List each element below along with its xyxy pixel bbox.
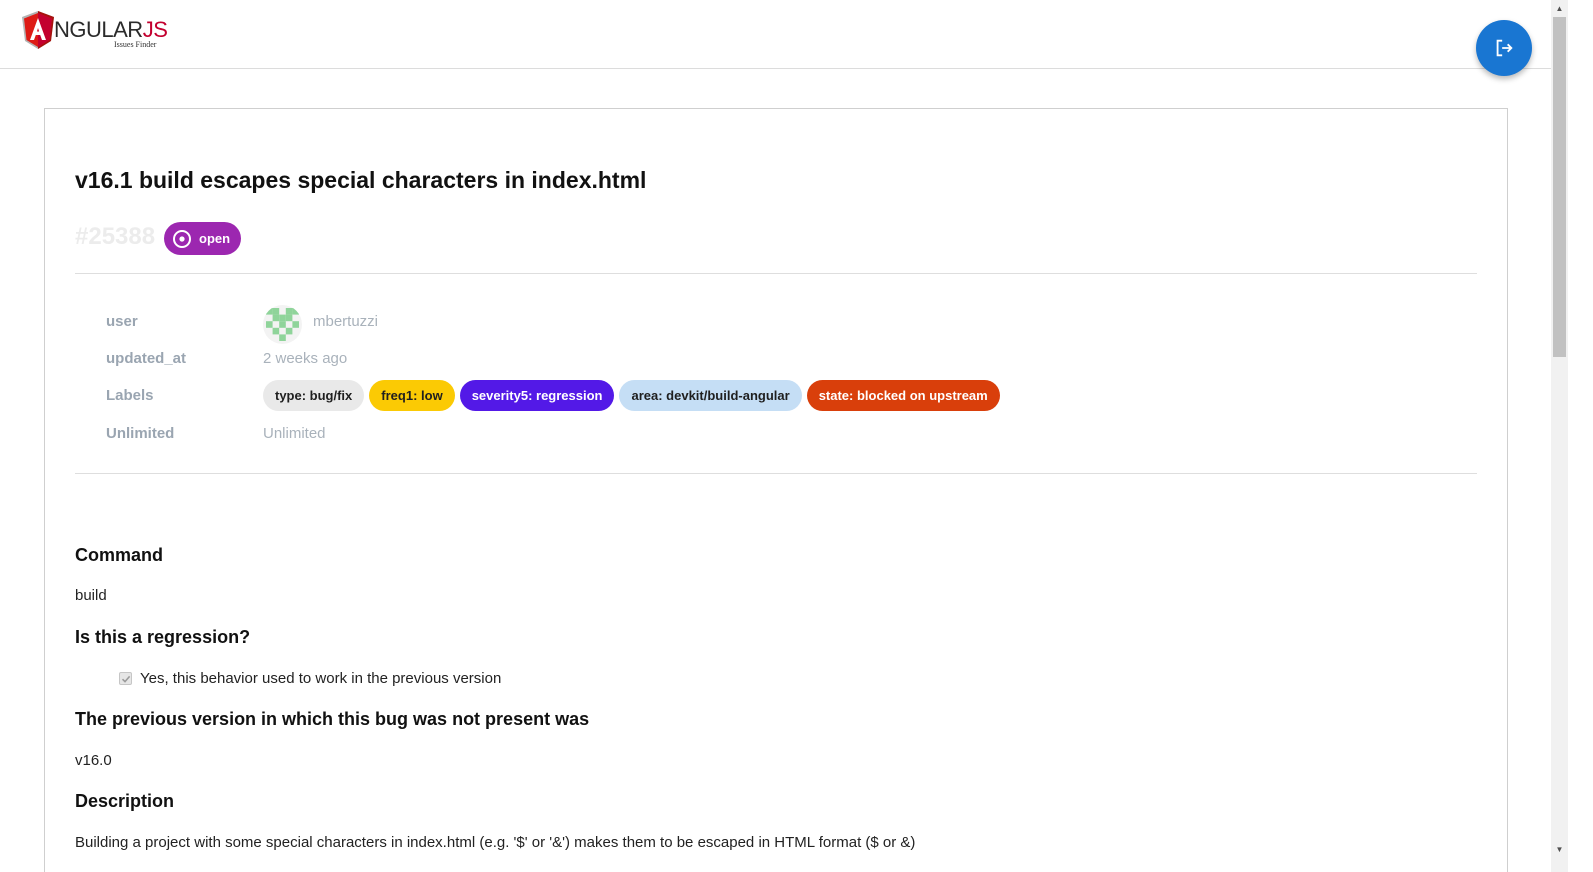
regression-checkbox[interactable] [119,672,132,685]
user-avatar [263,305,302,344]
angularjs-logo[interactable]: NGULARJS Issues Finder [22,11,172,51]
divider-top [75,273,1477,274]
meta-label-unlimited: Unlimited [106,425,175,442]
identicon-avatar [266,308,299,341]
regression-checkbox-row: Yes, this behavior used to work in the p… [119,670,501,687]
previous-version-value: v16.0 [75,752,112,769]
labels-list: type: bug/fix freq1: low severity5: regr… [263,380,1000,411]
right-gutter [1568,0,1593,872]
description-text: Building a project with some special cha… [75,834,916,851]
label-chip[interactable]: area: devkit/build-angular [619,380,802,411]
issue-number: #25388 [75,223,156,250]
logo-wordmark-main: NGULAR [54,17,143,42]
meta-value-unlimited: Unlimited [263,425,326,442]
meta-value-updated: 2 weeks ago [263,350,348,367]
logout-icon [1496,39,1513,57]
scroll-up-arrow-icon[interactable]: ▲ [1551,0,1568,17]
divider-bottom [75,473,1477,474]
heading-description: Description [75,791,175,811]
heading-regression: Is this a regression? [75,627,251,647]
checkmark-icon [121,675,130,683]
label-chip[interactable]: state: blocked on upstream [806,380,1000,411]
scroll-thumb[interactable] [1553,17,1566,357]
open-state-icon [173,229,191,248]
issue-detail-card: v16.1 build escapes special characters i… [44,108,1508,872]
vertical-scrollbar[interactable]: ▲ ▼ [1551,0,1568,872]
label-chip[interactable]: freq1: low [369,380,455,411]
issue-state-text: open [199,231,231,246]
heading-previous-version: The previous version in which this bug w… [75,709,590,729]
logo-subtitle: Issues Finder [114,40,157,49]
logout-button[interactable] [1476,20,1532,76]
meta-label-user: user [106,313,138,330]
top-app-bar: NGULARJS Issues Finder [0,0,1551,69]
meta-label-updated: updated_at [106,350,187,367]
meta-value-user[interactable]: mbertuzzi [313,313,378,330]
logo-wordmark-js: JS [142,17,168,42]
issue-title: v16.1 build escapes special characters i… [75,167,647,193]
command-value: build [75,587,107,604]
meta-label-labels: Labels [106,387,154,404]
angular-a-glyph [30,18,46,40]
label-chip[interactable]: type: bug/fix [263,380,365,411]
heading-command: Command [75,545,164,565]
regression-checkbox-label: Yes, this behavior used to work in the p… [140,670,502,687]
issue-state-badge: open [164,222,241,255]
scroll-down-arrow-icon[interactable]: ▼ [1551,841,1568,858]
label-chip[interactable]: severity5: regression [459,380,615,411]
